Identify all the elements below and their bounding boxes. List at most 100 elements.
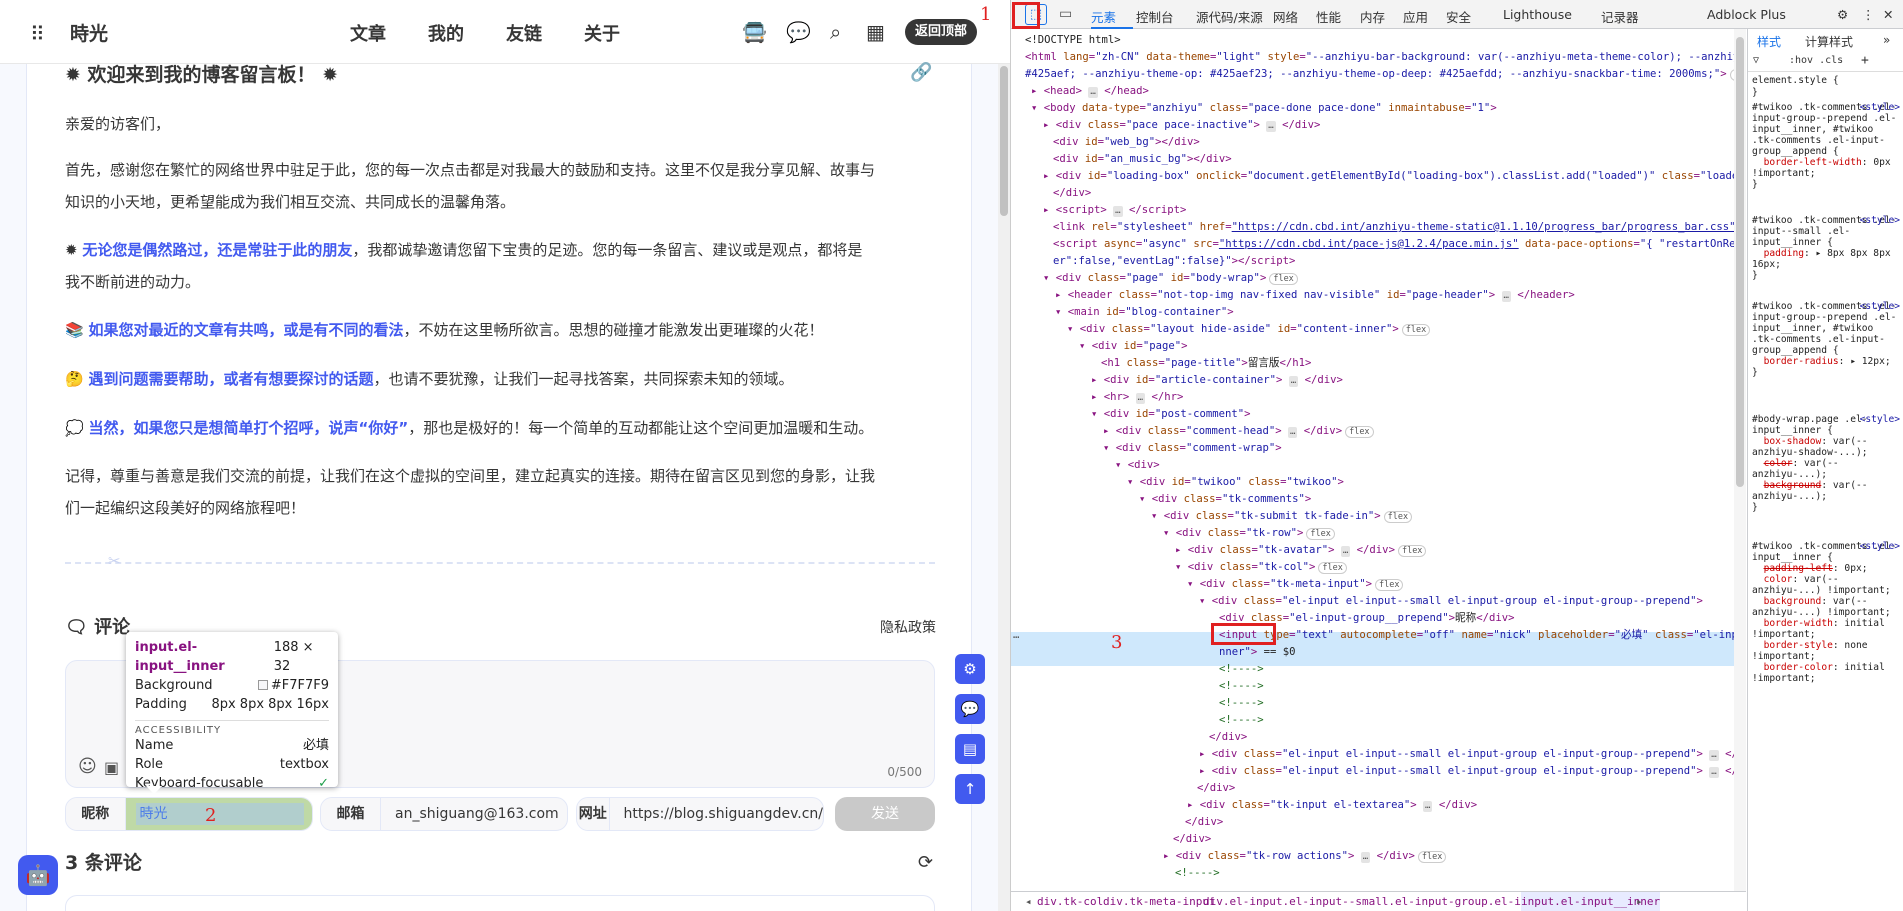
dom-line[interactable]: ▾ <div id="twikoo" class="twikoo">: [1127, 474, 1344, 491]
dom-line[interactable]: er":false,"eventLag":false}"></script>: [1053, 253, 1295, 270]
page-scrollbar[interactable]: [998, 64, 1010, 911]
mail-input[interactable]: an_shiguang@163.com: [381, 798, 559, 830]
dom-line[interactable]: <!---->: [1219, 712, 1264, 729]
dom-line[interactable]: <h1 class="page-title">留言版</h1>: [1101, 355, 1311, 372]
dom-line[interactable]: <!DOCTYPE html>: [1025, 32, 1121, 49]
more-icon[interactable]: …: [1013, 627, 1019, 644]
dom-line[interactable]: ▸ <div class="comment-head"> … </div> fle…: [1103, 423, 1374, 440]
dom-line[interactable]: <!---->: [1219, 695, 1264, 712]
breadcrumb-left-arrow[interactable]: ◂: [1025, 892, 1032, 911]
nav-item-mine[interactable]: 我的: [428, 20, 464, 46]
dom-line[interactable]: ▸ <div class="pace pace-inactive"> … </d…: [1043, 117, 1320, 134]
dom-scrollbar[interactable]: [1734, 29, 1746, 891]
dom-line[interactable]: ▸ <div class="tk-row actions"> … </div> f…: [1163, 848, 1447, 865]
dom-line[interactable]: </div>: [1053, 185, 1091, 202]
tab-adblock[interactable]: Adblock Plus: [1707, 7, 1786, 22]
tab-network[interactable]: 网络: [1273, 7, 1298, 26]
refresh-icon[interactable]: ⟳: [918, 852, 933, 873]
settings-icon[interactable]: ⚙: [955, 654, 985, 684]
nick-input[interactable]: 時光: [125, 798, 312, 830]
arrow-up-icon[interactable]: ↑: [955, 774, 985, 804]
dom-line[interactable]: </div>: [1185, 814, 1223, 831]
dom-line[interactable]: ▸ <div class="el-input el-input--small e…: [1199, 746, 1746, 763]
breadcrumb-item[interactable]: div.tk-meta-input: [1103, 892, 1216, 911]
dom-line[interactable]: <html lang="zh-CN" data-theme="light" st…: [1025, 49, 1746, 66]
dom-line[interactable]: </div>: [1197, 780, 1235, 797]
dom-line[interactable]: <link rel="stylesheet" href="https://cdn…: [1053, 219, 1742, 236]
dom-line[interactable]: ▾ <div>: [1115, 457, 1160, 474]
url-input[interactable]: https://blog.shiguangdev.cn/: [610, 798, 823, 830]
dom-line[interactable]: ▾ <div id="page">: [1079, 338, 1187, 355]
dom-line[interactable]: ▾ <div class="tk-comments">: [1139, 491, 1311, 508]
dom-line[interactable]: ▸ <hr> … </hr>: [1091, 389, 1183, 406]
close-icon[interactable]: ✕: [1883, 7, 1893, 22]
style-rule[interactable]: <style> #body-wrap.page .el-input__inner …: [1752, 414, 1900, 513]
dom-line[interactable]: ▸ <header class="not-top-img nav-fixed n…: [1055, 287, 1575, 304]
breadcrumb-right-arrow[interactable]: ▸: [1636, 892, 1643, 911]
dom-line[interactable]: ▾ <div class="tk-col"> flex: [1175, 559, 1347, 576]
chat-icon[interactable]: 💬: [786, 20, 811, 44]
style-rule[interactable]: <style> #twikoo .tk-comments .el-input-gr…: [1752, 301, 1900, 378]
tab-elements[interactable]: 元素: [1091, 7, 1116, 26]
dom-line[interactable]: ▾ <div class="el-input el-input--small e…: [1199, 593, 1703, 610]
tab-security[interactable]: 安全: [1446, 7, 1471, 26]
robot-icon[interactable]: 🤖: [18, 855, 58, 895]
tab-memory[interactable]: 内存: [1360, 7, 1385, 26]
style-rule[interactable]: <style> #twikoo .tk-comments .el-input-gr…: [1752, 102, 1900, 190]
style-rule[interactable]: <style> #twikoo .tk-comments .el-input__i…: [1752, 541, 1900, 684]
dom-line[interactable]: <!---->: [1219, 678, 1264, 695]
dom-line[interactable]: <!---->: [1175, 865, 1220, 882]
dom-line[interactable]: ▸ <div id="loading-box" onclick="documen…: [1043, 168, 1746, 185]
dom-line-selected-cont[interactable]: nner"> == $0: [1219, 644, 1296, 661]
nav-item-friends[interactable]: 友链: [506, 20, 542, 46]
comment-icon[interactable]: 💬: [955, 694, 985, 724]
send-button[interactable]: 发送: [835, 797, 935, 831]
dom-line[interactable]: ▸ <script> … </script>: [1043, 202, 1186, 219]
dom-line[interactable]: #425aef; --anzhiyu-theme-op: #425aef23; …: [1025, 66, 1746, 83]
dom-line[interactable]: ▾ <div class="tk-row"> flex: [1163, 525, 1335, 542]
privacy-link[interactable]: 隐私政策: [880, 617, 936, 637]
breadcrumb-item[interactable]: div.tk-col: [1037, 892, 1103, 911]
dom-line[interactable]: ▾ <body data-type="anzhiyu" class="pace-…: [1031, 100, 1497, 117]
dom-line[interactable]: ▸ <div class="tk-avatar"> … </div> flex: [1175, 542, 1427, 559]
emoji-icon[interactable]: ☺: [78, 756, 97, 777]
scrollbar-thumb[interactable]: [1000, 66, 1008, 216]
scrollbar-thumb[interactable]: [1736, 37, 1744, 487]
image-upload-icon[interactable]: ▣: [104, 758, 119, 777]
dom-line[interactable]: </div>: [1173, 831, 1211, 848]
dom-line[interactable]: <!---->: [1219, 661, 1264, 678]
search-icon[interactable]: ⌕: [830, 20, 841, 44]
dom-line[interactable]: ▾ <div id="post-comment">: [1091, 406, 1251, 423]
back-to-top-button[interactable]: 返回顶部: [905, 19, 978, 45]
dom-line[interactable]: ▸ <div id="article-container"> … </div>: [1091, 372, 1343, 389]
tab-application[interactable]: 应用: [1403, 7, 1428, 26]
dom-line[interactable]: ▾ <div class="page" id="body-wrap"> flex: [1043, 270, 1298, 287]
dom-line[interactable]: ▾ <main id="blog-container">: [1055, 304, 1234, 321]
dom-line[interactable]: <script async="async" src="https://cdn.c…: [1053, 236, 1746, 253]
site-title[interactable]: 時光: [70, 19, 108, 46]
dom-line[interactable]: </div>: [1209, 729, 1247, 746]
tab-performance[interactable]: 性能: [1316, 7, 1341, 26]
more-icon[interactable]: ⋮: [1862, 7, 1875, 22]
tab-lighthouse[interactable]: Lighthouse: [1503, 7, 1572, 22]
tab-console[interactable]: 控制台: [1136, 7, 1174, 26]
dom-line[interactable]: ▾ <div class="layout hide-aside" id="con…: [1067, 321, 1431, 338]
style-rule[interactable]: }: [1752, 87, 1758, 100]
gear-icon[interactable]: ⚙: [1837, 7, 1848, 22]
dom-line[interactable]: ▸ <div class="el-input el-input--small e…: [1199, 763, 1746, 780]
dom-line[interactable]: ▾ <div class="tk-submit tk-fade-in"> flex: [1151, 508, 1413, 525]
style-rule[interactable]: <style> #twikoo .tk-comments .el-input--s…: [1752, 215, 1900, 281]
dom-line[interactable]: <div id="web_bg"></div>: [1053, 134, 1200, 151]
style-rule[interactable]: element.style {: [1752, 75, 1839, 88]
dom-line-selected[interactable]: <input type="text" autocomplete="off" na…: [1219, 627, 1746, 644]
dom-line[interactable]: <div id="an_music_bg"></div>: [1053, 151, 1232, 168]
dom-line[interactable]: ▸ <head> … </head>: [1031, 83, 1149, 100]
dom-line[interactable]: ▸ <div class="tk-input el-textarea"> … <…: [1187, 797, 1477, 814]
travel-icon[interactable]: 🚍: [742, 20, 767, 44]
read-mode-icon[interactable]: ▤: [955, 734, 985, 764]
dom-line[interactable]: ▾ <div class="comment-wrap">: [1103, 440, 1282, 457]
tab-sources[interactable]: 源代码/来源: [1196, 7, 1263, 26]
layout-icon[interactable]: ▦: [866, 20, 885, 44]
dom-line[interactable]: ▾ <div class="tk-meta-input"> flex: [1187, 576, 1404, 593]
tab-recorder[interactable]: 记录器: [1601, 7, 1639, 26]
